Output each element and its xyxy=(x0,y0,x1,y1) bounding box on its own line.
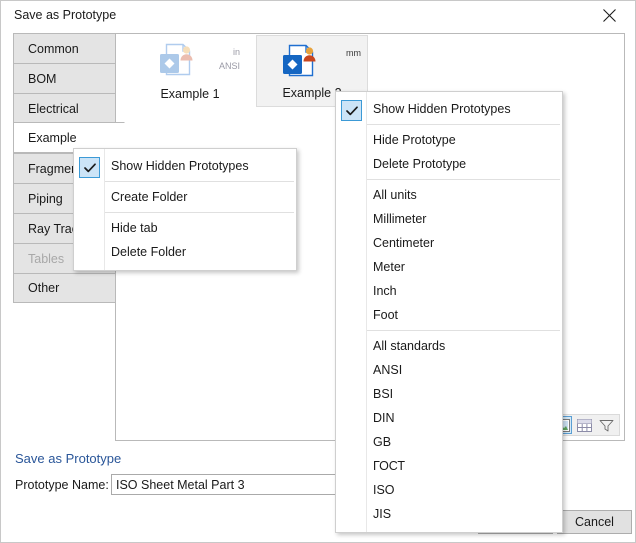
menu-item-meter[interactable]: Meter xyxy=(336,255,562,279)
form-section-title: Save as Prototype xyxy=(15,451,122,466)
prototype-name-label: Prototype Name: xyxy=(15,478,109,492)
menu-item-show-hidden-prototypes[interactable]: Show Hidden Prototypes xyxy=(74,154,296,178)
tab-label: Piping xyxy=(28,191,63,206)
window-title: Save as Prototype xyxy=(14,8,117,22)
prototype-document-icon xyxy=(279,42,321,82)
menu-item-centimeter[interactable]: Centimeter xyxy=(336,231,562,255)
prototype-document-icon xyxy=(156,41,198,81)
tab-context-menu: Show Hidden Prototypes Create Folder Hide … xyxy=(73,148,297,271)
menu-item-label: JIS xyxy=(373,507,392,521)
tab-label: Example xyxy=(28,130,77,145)
menu-item-label: Hide tab xyxy=(111,221,158,235)
menu-item-label: Create Folder xyxy=(111,190,188,204)
menu-item-label: Meter xyxy=(373,260,405,274)
menu-item-label: Foot xyxy=(373,308,399,322)
prototype-thumbnail-1[interactable]: in ANSI Example 1 xyxy=(134,35,246,107)
sidebar-tab-bom[interactable]: BOM xyxy=(13,63,116,93)
menu-item-label: Delete Folder xyxy=(111,245,187,259)
menu-checkbox-checked[interactable] xyxy=(341,100,362,121)
prototype-standard-label: ANSI xyxy=(218,61,240,71)
menu-item-delete-prototype[interactable]: Delete Prototype xyxy=(336,152,562,176)
sidebar-tab-common[interactable]: Common xyxy=(13,33,116,63)
menu-item-ansi[interactable]: ANSI xyxy=(336,358,562,382)
menu-item-label: Show Hidden Prototypes xyxy=(111,159,249,173)
tab-label: Tables xyxy=(28,251,65,266)
filter-funnel-icon[interactable] xyxy=(596,416,616,434)
menu-item-hide-tab[interactable]: Hide tab xyxy=(74,216,296,240)
menu-item-label: All units xyxy=(373,188,417,202)
prototype-units-label: mm xyxy=(346,48,361,58)
menu-separator xyxy=(367,179,560,180)
menu-item-label: Show Hidden Prototypes xyxy=(373,102,511,116)
menu-item-label: ANSI xyxy=(373,363,403,377)
menu-item-show-hidden-prototypes[interactable]: Show Hidden Prototypes xyxy=(336,97,562,121)
menu-item-din[interactable]: DIN xyxy=(336,406,562,430)
menu-item-millimeter[interactable]: Millimeter xyxy=(336,207,562,231)
menu-item-label: Millimeter xyxy=(373,212,427,226)
menu-separator xyxy=(367,124,560,125)
menu-item-foot[interactable]: Foot xyxy=(336,303,562,327)
menu-item-label: Hide Prototype xyxy=(373,133,456,147)
tab-label: Electrical xyxy=(28,101,79,116)
save-as-prototype-dialog: Save as Prototype Common BOM Electrical Exa… xyxy=(0,0,636,543)
tab-label: Common xyxy=(28,41,79,56)
menu-item-label: ISO xyxy=(373,483,395,497)
menu-item-гост[interactable]: ГОСТ xyxy=(336,454,562,478)
menu-separator xyxy=(105,181,294,182)
menu-item-inch[interactable]: Inch xyxy=(336,279,562,303)
menu-item-all-units[interactable]: All units xyxy=(336,183,562,207)
menu-checkbox-checked[interactable] xyxy=(79,157,100,178)
menu-item-hide-prototype[interactable]: Hide Prototype xyxy=(336,128,562,152)
menu-item-label: DIN xyxy=(373,411,395,425)
tab-label: Other xyxy=(28,281,60,295)
menu-separator xyxy=(367,330,560,331)
close-icon[interactable] xyxy=(587,1,631,29)
title-bar: Save as Prototype xyxy=(1,1,635,31)
prototype-units-label: in xyxy=(232,47,240,57)
cancel-button[interactable]: Cancel xyxy=(557,510,632,534)
tab-label: BOM xyxy=(28,71,57,86)
menu-item-label: GB xyxy=(373,435,392,449)
prototype-context-menu: Show Hidden Prototypes Hide Prototype Dele… xyxy=(335,91,563,533)
sidebar-tab-electrical[interactable]: Electrical xyxy=(13,93,116,123)
menu-item-jis[interactable]: JIS xyxy=(336,502,562,526)
menu-item-label: Centimeter xyxy=(373,236,435,250)
menu-item-label: Inch xyxy=(373,284,397,298)
menu-item-bsi[interactable]: BSI xyxy=(336,382,562,406)
menu-item-create-folder[interactable]: Create Folder xyxy=(74,185,296,209)
prototype-label: Example 1 xyxy=(160,87,220,101)
grid-view-icon[interactable] xyxy=(574,416,594,434)
menu-separator xyxy=(105,212,294,213)
menu-item-label: ГОСТ xyxy=(373,459,406,473)
sidebar-tab-other[interactable]: Other xyxy=(13,273,116,303)
menu-item-label: Delete Prototype xyxy=(373,157,467,171)
menu-item-all-standards[interactable]: All standards xyxy=(336,334,562,358)
menu-item-gb[interactable]: GB xyxy=(336,430,562,454)
menu-item-delete-folder[interactable]: Delete Folder xyxy=(74,240,296,264)
menu-item-iso[interactable]: ISO xyxy=(336,478,562,502)
menu-item-label: All standards xyxy=(373,339,446,353)
menu-item-label: BSI xyxy=(373,387,394,401)
